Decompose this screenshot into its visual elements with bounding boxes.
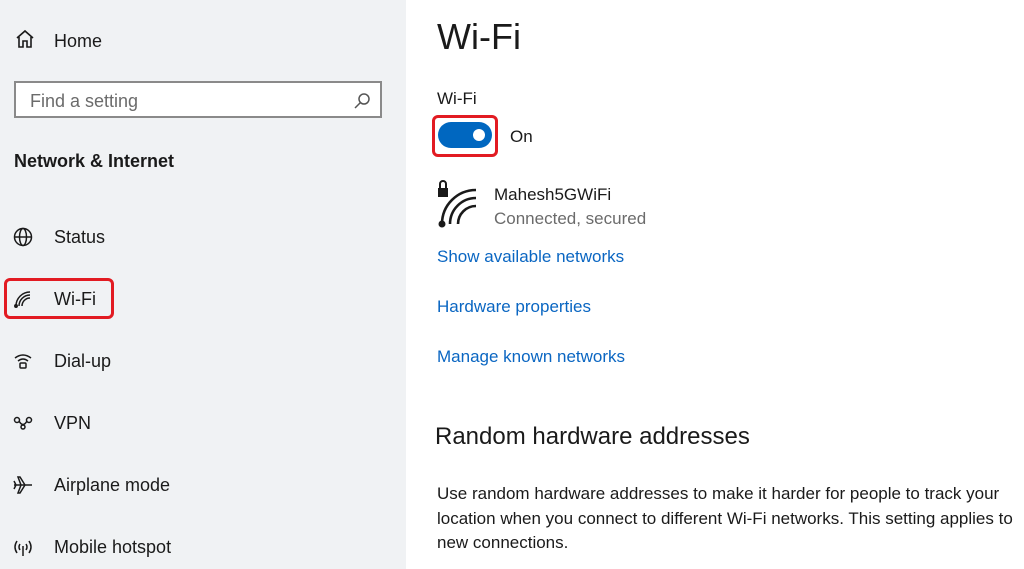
secured-wifi-icon[interactable]	[436, 180, 482, 233]
page-title: Wi-Fi	[437, 16, 521, 57]
sidebar-item-hotspot[interactable]: Mobile hotspot	[10, 531, 390, 563]
toggle-state-label: On	[510, 127, 533, 146]
sidebar-item-label: Status	[54, 226, 106, 247]
section-title: Network & Internet	[14, 151, 175, 171]
wifi-toggle[interactable]	[438, 122, 492, 148]
home-nav-item[interactable]: Home	[14, 26, 102, 56]
globe-icon	[10, 224, 36, 250]
sidebar: Home Find a setting Network & Internet S…	[0, 0, 406, 569]
show-available-networks-link[interactable]: Show available networks	[437, 247, 624, 267]
network-status: Connected, secured	[494, 209, 647, 228]
random-hardware-title: Random hardware addresses	[435, 423, 750, 450]
main-content: Wi-Fi Wi-Fi On Mahesh5GWiFi Connected, s…	[406, 0, 1024, 569]
toggle-knob	[473, 129, 485, 141]
home-icon	[14, 28, 36, 55]
sidebar-item-label: VPN	[54, 412, 92, 433]
dialup-icon	[10, 348, 36, 374]
network-name[interactable]: Mahesh5GWiFi	[494, 185, 611, 205]
home-label: Home	[54, 30, 103, 51]
hotspot-icon	[10, 534, 36, 560]
sidebar-item-status[interactable]: Status	[10, 221, 390, 253]
sidebar-item-vpn[interactable]: VPN	[10, 407, 390, 439]
sidebar-item-label: Dial-up	[54, 350, 112, 371]
random-hardware-description: Use random hardware addresses to make it…	[437, 484, 1013, 552]
sidebar-item-label: Mobile hotspot	[54, 536, 172, 557]
sidebar-item-dialup[interactable]: Dial-up	[10, 345, 390, 377]
search-input[interactable]: Find a setting	[30, 91, 138, 112]
wifi-section-label: Wi-Fi	[437, 89, 477, 108]
vpn-icon	[10, 410, 36, 436]
search-box[interactable]: Find a setting	[14, 81, 382, 118]
manage-known-networks-link[interactable]: Manage known networks	[437, 347, 625, 367]
hardware-properties-link[interactable]: Hardware properties	[437, 297, 591, 317]
airplane-icon	[10, 472, 36, 498]
sidebar-item-airplane[interactable]: Airplane mode	[10, 469, 390, 501]
sidebar-item-label: Airplane mode	[54, 474, 171, 495]
search-icon[interactable]	[353, 92, 371, 115]
wifi-highlight-box	[4, 278, 114, 319]
